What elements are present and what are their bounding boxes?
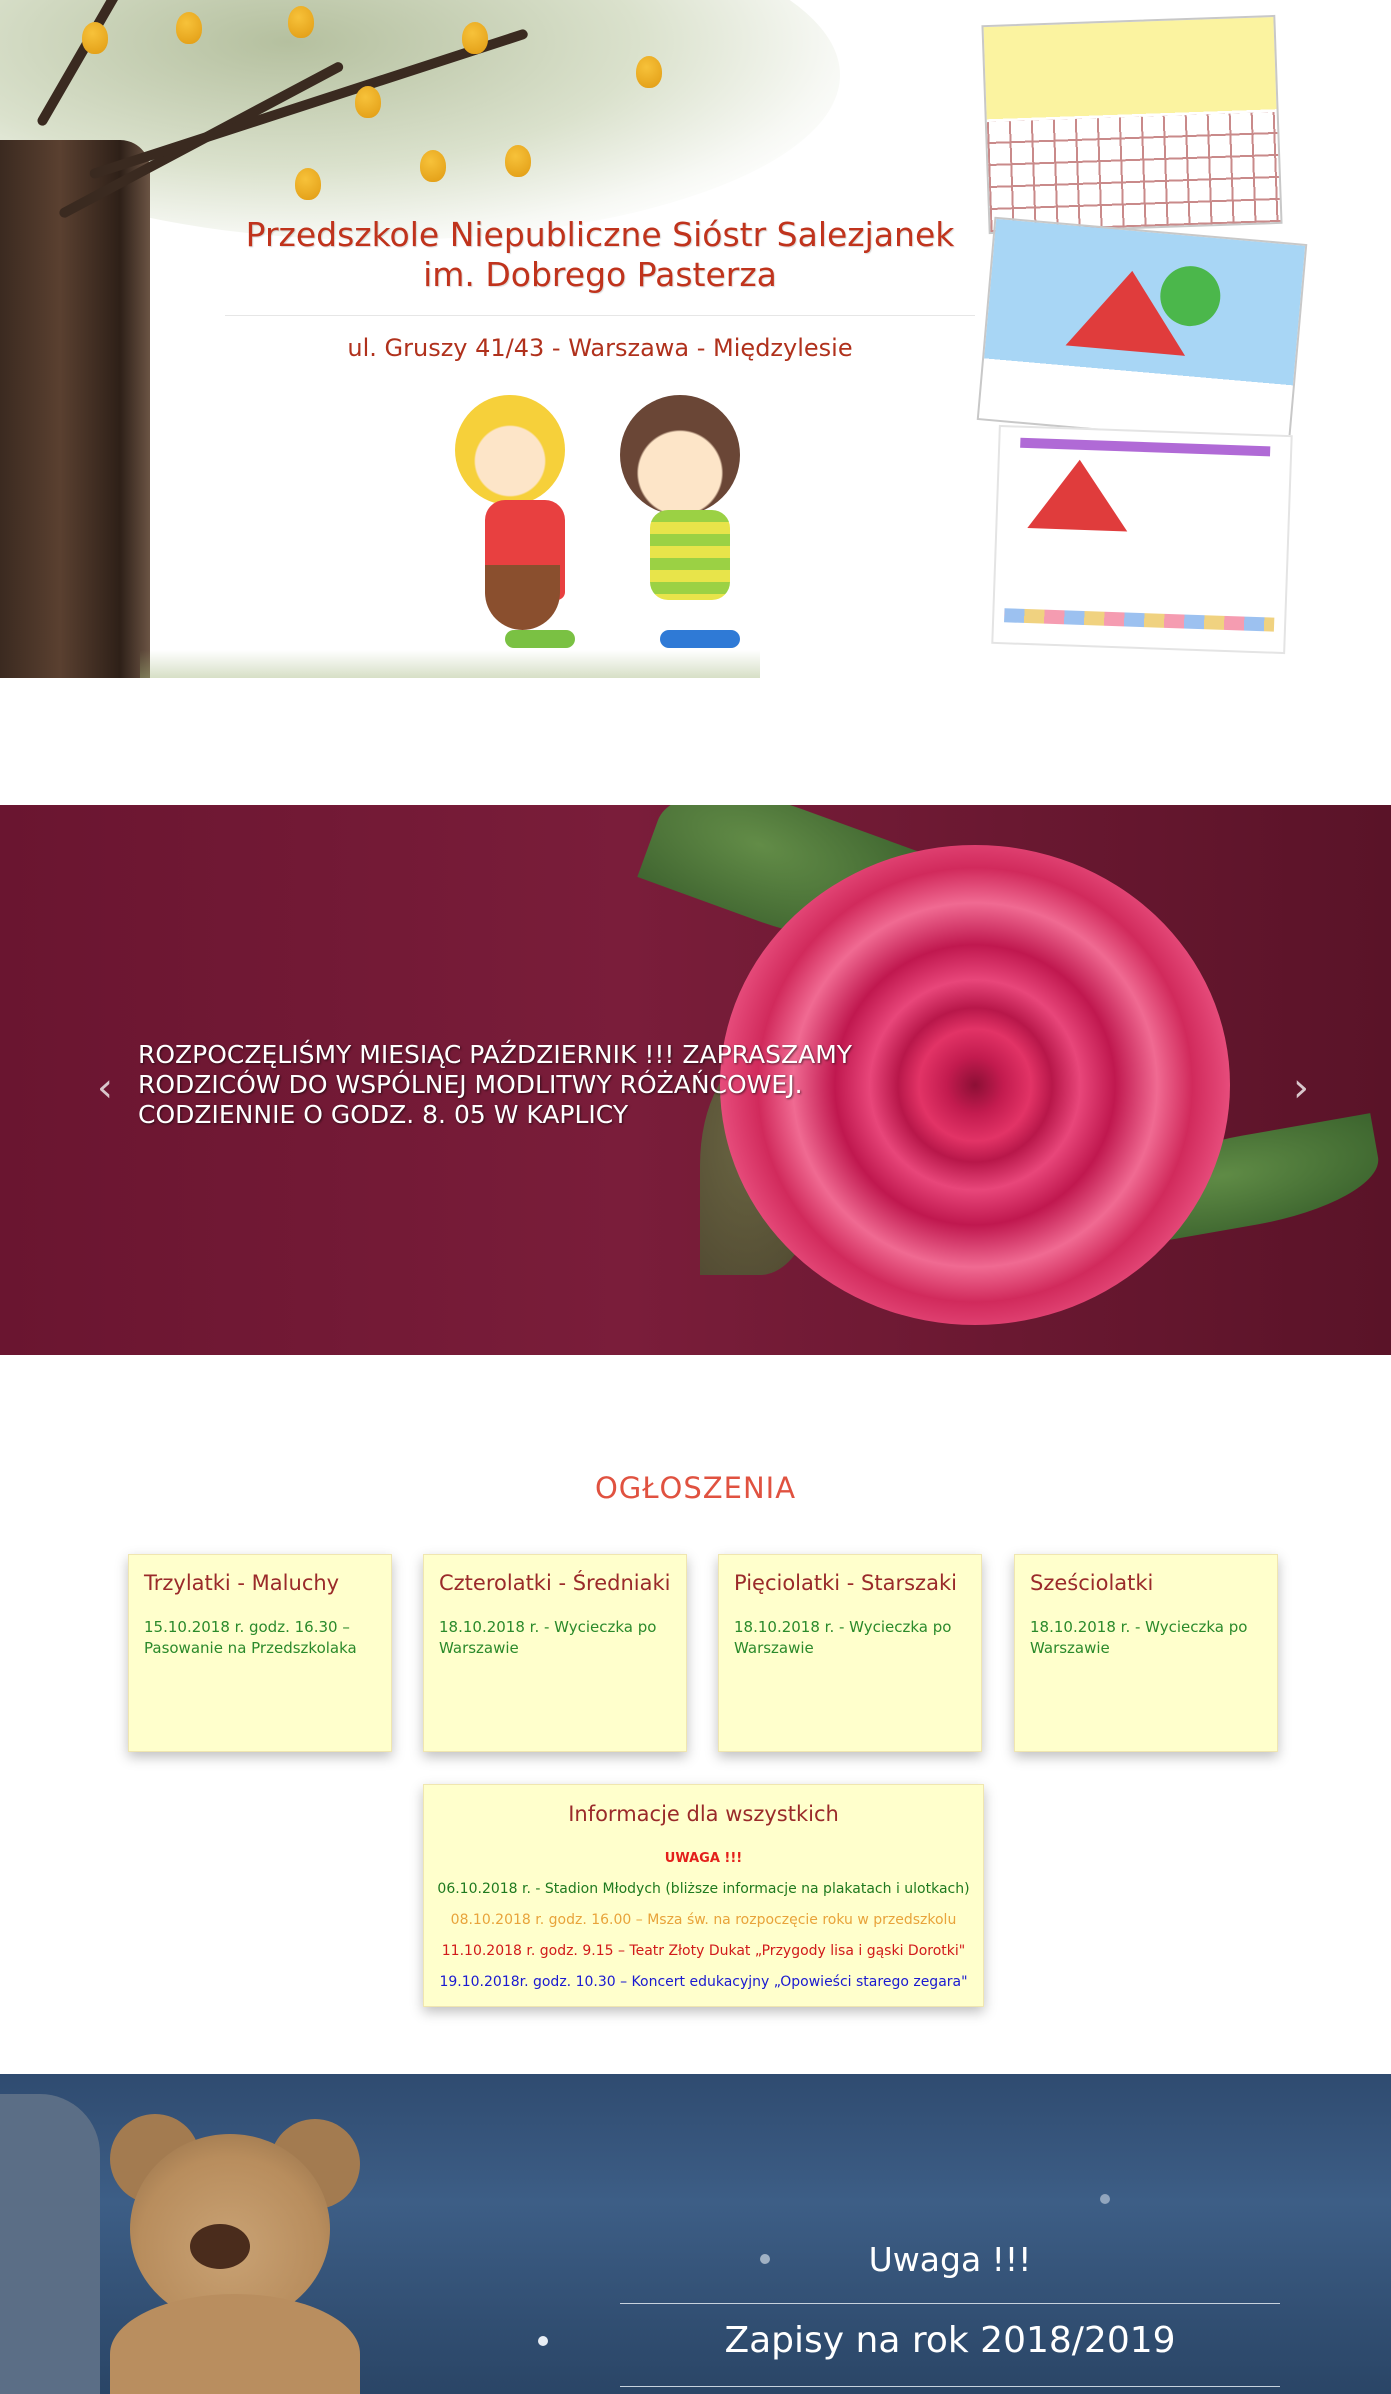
- grass-strip: [140, 650, 760, 678]
- info-line: 08.10.2018 r. godz. 16.00 – Msza św. na …: [450, 1912, 957, 1928]
- card-title: Czterolatki - Średniaki: [439, 1571, 671, 1595]
- card-text: 18.10.2018 r. - Wycieczka po Warszawie: [1030, 1618, 1248, 1657]
- pear-fruit: [636, 56, 662, 88]
- pear-fruit: [82, 22, 108, 54]
- pear-fruit: [462, 22, 488, 54]
- child-drawing-school: [981, 14, 1283, 235]
- boy-illustration: [620, 395, 740, 515]
- info-card-title: Informacje dla wszystkich: [568, 1802, 839, 1826]
- enrollment-divider: [620, 2303, 1280, 2304]
- announcement-card-pieciolatki: Pięciolatki - Starszaki 18.10.2018 r. - …: [718, 1554, 982, 1752]
- pear-fruit: [295, 168, 321, 200]
- coat-image: [0, 2094, 100, 2394]
- girl-shoes-illustration: [505, 630, 575, 648]
- child-drawing-house: [991, 424, 1293, 655]
- announcement-card-trzylatki: Trzylatki - Maluchy 15.10.2018 r. godz. …: [128, 1554, 392, 1752]
- teddy-bear-nose: [190, 2224, 250, 2269]
- pear-fruit: [355, 86, 381, 118]
- card-text: 18.10.2018 r. - Wycieczka po Warszawie: [734, 1618, 952, 1657]
- slider-next-arrow-icon[interactable]: ›: [1286, 1068, 1316, 1108]
- site-title-line1: Przedszkole Niepubliczne Sióstr Salezjan…: [245, 215, 955, 254]
- site-title: Przedszkole Niepubliczne Sióstr Salezjan…: [220, 215, 980, 295]
- site-address: ul. Gruszy 41/43 - Warszawa - Międzylesi…: [347, 334, 853, 362]
- info-line: UWAGA !!!: [664, 1851, 743, 1866]
- card-title: Pięciolatki - Starszaki: [734, 1571, 957, 1595]
- enrollment-heading: Uwaga !!!: [868, 2240, 1032, 2279]
- child-drawing-house-tree: [976, 216, 1308, 448]
- boy-shoes-illustration: [660, 630, 740, 648]
- basket-illustration: [485, 565, 560, 630]
- info-line: 11.10.2018 r. godz. 9.15 – Teatr Złoty D…: [441, 1943, 966, 1959]
- pear-fruit: [288, 6, 314, 38]
- boy-illustration-body: [650, 510, 730, 600]
- card-title: Trzylatki - Maluchy: [144, 1571, 340, 1595]
- info-line: 19.10.2018r. godz. 10.30 – Koncert eduka…: [439, 1974, 968, 1990]
- announcement-card-szesciolatki: Sześciolatki 18.10.2018 r. - Wycieczka p…: [1014, 1554, 1278, 1752]
- info-line: 06.10.2018 r. - Stadion Młodych (bliższe…: [437, 1881, 970, 1897]
- teddy-bear-body: [110, 2294, 360, 2394]
- announcement-card-czterolatki: Czterolatki - Średniaki 18.10.2018 r. - …: [423, 1554, 687, 1752]
- site-title-line2: im. Dobrego Pasterza: [423, 255, 777, 294]
- card-title: Sześciolatki: [1030, 1571, 1154, 1595]
- sparkle-decoration: [538, 2336, 548, 2346]
- site-header: Przedszkole Niepubliczne Sióstr Salezjan…: [0, 0, 1391, 678]
- pear-fruit: [420, 150, 446, 182]
- girl-illustration: [455, 395, 565, 505]
- card-text: 15.10.2018 r. godz. 16.30 – Pasowanie na…: [144, 1618, 357, 1657]
- enrollment-subheading[interactable]: Zapisy na rok 2018/2019: [620, 2320, 1280, 2361]
- slide-caption: ROZPOCZĘLIŚMY MIESIĄC PAŹDZIERNIK !!! ZA…: [138, 1040, 853, 1129]
- card-text: 18.10.2018 r. - Wycieczka po Warszawie: [439, 1618, 657, 1657]
- sparkle-decoration: [1100, 2194, 1110, 2204]
- slider-prev-arrow-icon[interactable]: ‹: [90, 1068, 120, 1108]
- pear-fruit: [176, 12, 202, 44]
- title-divider: [225, 315, 975, 316]
- enrollment-divider: [620, 2386, 1280, 2387]
- tree-trunk-illustration: [0, 140, 150, 678]
- pear-fruit: [505, 145, 531, 177]
- announcements-heading: OGŁOSZENIA: [594, 1471, 797, 1505]
- general-info-card: Informacje dla wszystkich UWAGA !!! 06.1…: [423, 1784, 984, 2007]
